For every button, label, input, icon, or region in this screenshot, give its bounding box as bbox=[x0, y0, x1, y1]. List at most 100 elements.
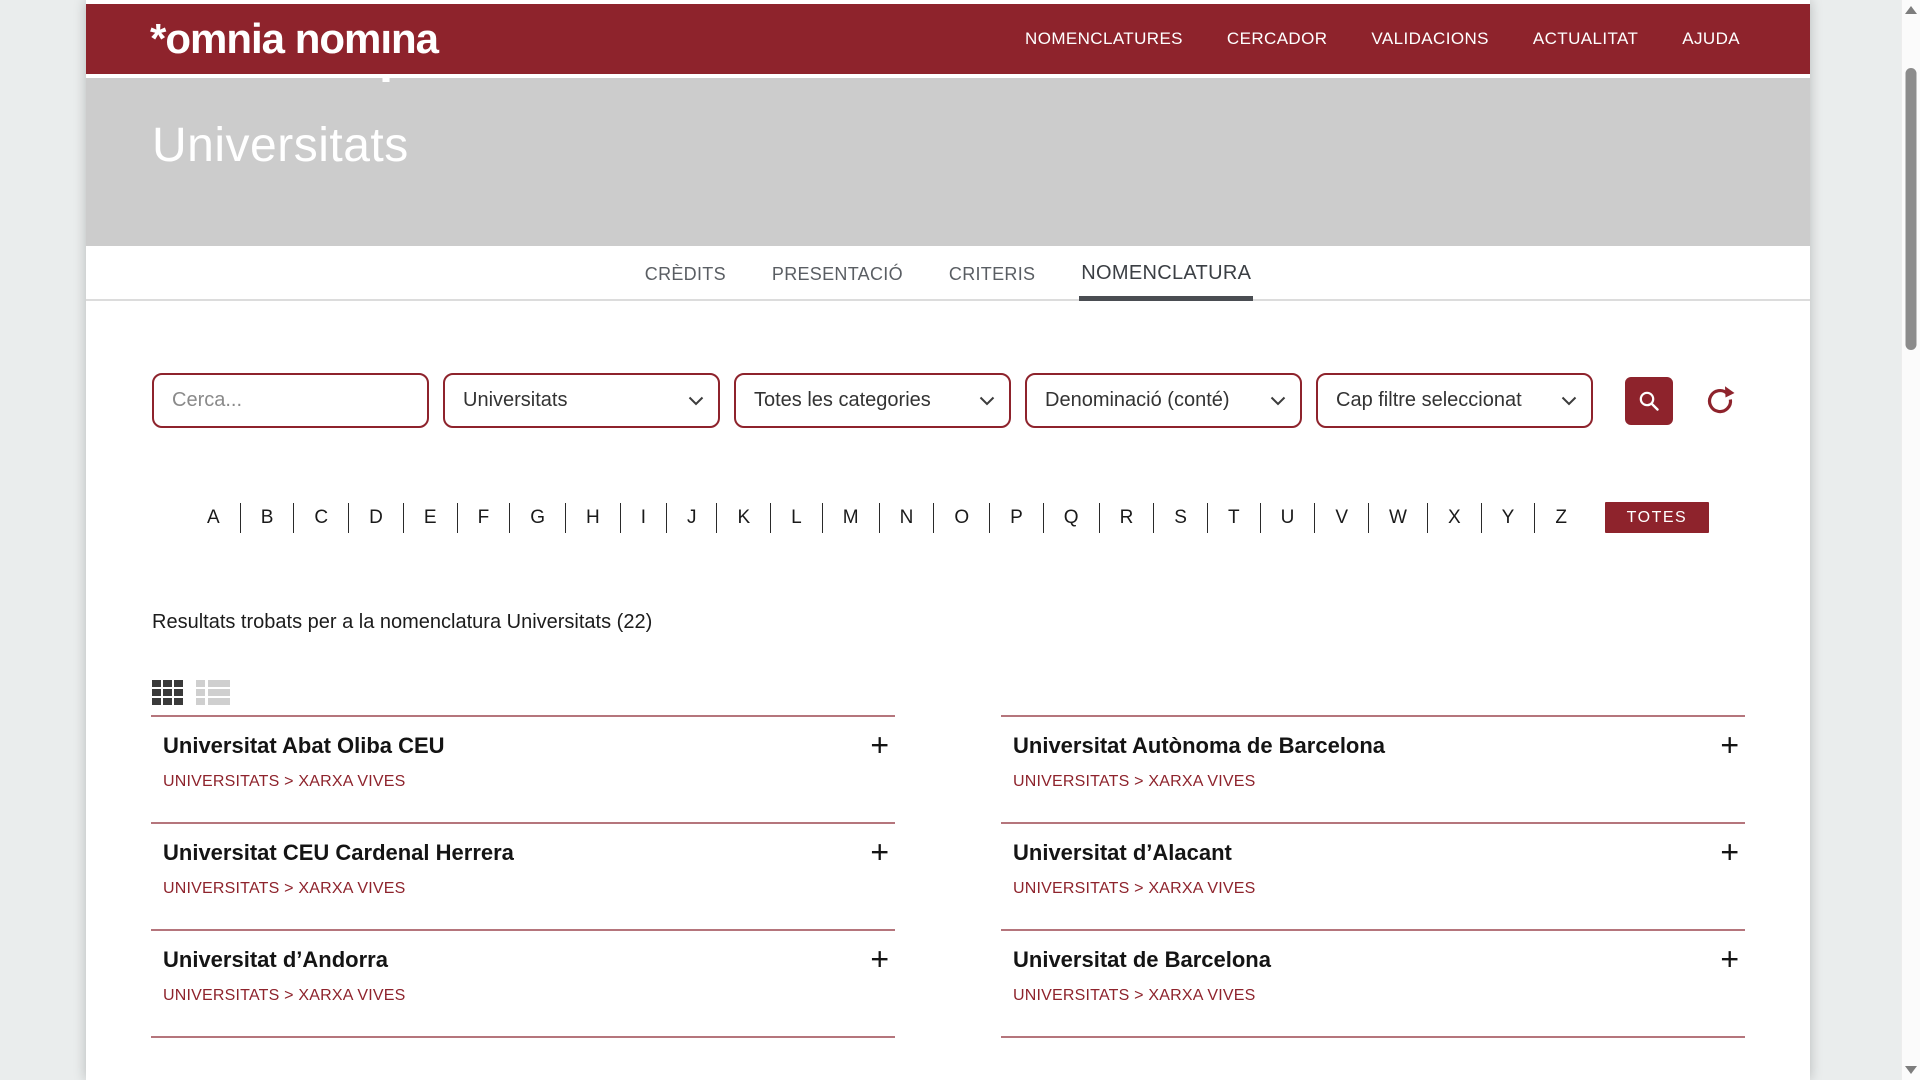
alpha-letter-w[interactable]: W bbox=[1369, 503, 1427, 533]
tab-criteris[interactable]: CRITERIS bbox=[947, 264, 1037, 299]
alpha-letter-j[interactable]: J bbox=[667, 503, 717, 533]
item-title[interactable]: Universitat d’Andorra bbox=[163, 947, 388, 973]
alpha-letter-q[interactable]: Q bbox=[1044, 503, 1099, 533]
view-toggle-group bbox=[152, 680, 1810, 705]
alpha-letter-s[interactable]: S bbox=[1154, 503, 1207, 533]
grid-view-icon[interactable] bbox=[152, 680, 183, 705]
alpha-letter-h[interactable]: H bbox=[566, 503, 620, 533]
field-select[interactable]: Denominació (conté) bbox=[1025, 373, 1302, 428]
item-category-path: UNIVERSITATS > XARXA VIVES bbox=[163, 880, 895, 898]
results-list: Universitat Abat Oliba CEU + UNIVERSITAT… bbox=[151, 715, 1745, 1056]
alpha-letter-k[interactable]: K bbox=[717, 503, 770, 533]
top-header-bar: *omnia nomına NOMENCLATURES CERCADOR VAL… bbox=[86, 4, 1810, 74]
applied-filter-select[interactable]: Cap filtre seleccionat bbox=[1316, 373, 1593, 428]
scrollbar-down-arrow-icon[interactable] bbox=[1905, 1066, 1917, 1074]
search-button[interactable] bbox=[1625, 377, 1673, 425]
expand-plus-icon[interactable]: + bbox=[870, 947, 895, 971]
reset-button[interactable] bbox=[1703, 384, 1737, 418]
logo-dotted-i: ı bbox=[380, 4, 391, 74]
site-logo[interactable]: *omnia nomına bbox=[150, 4, 438, 74]
list-item: Universitat Abat Oliba CEU + UNIVERSITAT… bbox=[151, 715, 895, 822]
alpha-letter-e[interactable]: E bbox=[404, 503, 457, 533]
main-navigation: NOMENCLATURES CERCADOR VALIDACIONS ACTUA… bbox=[1025, 29, 1740, 49]
item-category-path: UNIVERSITATS > XARXA VIVES bbox=[163, 987, 895, 1005]
nav-item-ajuda[interactable]: AJUDA bbox=[1682, 29, 1740, 49]
alpha-letter-o[interactable]: O bbox=[934, 503, 989, 533]
item-category-path: UNIVERSITATS > XARXA VIVES bbox=[163, 773, 895, 791]
expand-plus-icon[interactable]: + bbox=[870, 840, 895, 864]
alpha-letter-t[interactable]: T bbox=[1208, 503, 1260, 533]
item-category-path: UNIVERSITATS > XARXA VIVES bbox=[1013, 987, 1745, 1005]
nav-item-validacions[interactable]: VALIDACIONS bbox=[1371, 29, 1488, 49]
scope-select-value: Universitats bbox=[463, 389, 567, 412]
alpha-letter-u[interactable]: U bbox=[1261, 503, 1315, 533]
results-summary: Resultats trobats per a la nomenclatura … bbox=[152, 611, 1810, 634]
alpha-letter-r[interactable]: R bbox=[1100, 503, 1154, 533]
expand-plus-icon[interactable]: + bbox=[1720, 840, 1745, 864]
item-title[interactable]: Universitat CEU Cardenal Herrera bbox=[163, 840, 514, 866]
alpha-letter-c[interactable]: C bbox=[294, 503, 348, 533]
chevron-down-icon bbox=[1561, 396, 1577, 406]
vertical-scrollbar[interactable] bbox=[1901, 0, 1920, 1080]
alpha-all-button[interactable]: TOTES bbox=[1605, 502, 1709, 533]
item-title[interactable]: Universitat Autònoma de Barcelona bbox=[1013, 733, 1385, 759]
tab-credits[interactable]: CRÈDITS bbox=[643, 264, 728, 299]
list-item: Universitat CEU Cardenal Herrera + UNIVE… bbox=[151, 822, 895, 929]
alpha-letter-v[interactable]: V bbox=[1315, 503, 1368, 533]
list-item: Universitat de Barcelona + UNIVERSITATS … bbox=[1001, 929, 1745, 1036]
scrollbar-up-arrow-icon[interactable] bbox=[1905, 6, 1917, 14]
category-select[interactable]: Totes les categories bbox=[734, 373, 1011, 428]
next-row-divider bbox=[151, 1036, 895, 1056]
item-category-path: UNIVERSITATS > XARXA VIVES bbox=[1013, 773, 1745, 791]
content-column: *omnia nomına NOMENCLATURES CERCADOR VAL… bbox=[86, 0, 1810, 1080]
category-select-value: Totes les categories bbox=[754, 389, 931, 412]
search-input[interactable] bbox=[152, 373, 429, 428]
logo-text-pre: *omnia nom bbox=[150, 15, 380, 62]
chevron-down-icon bbox=[688, 396, 704, 406]
alpha-letter-y[interactable]: Y bbox=[1482, 503, 1535, 533]
filter-bar: Universitats Totes les categories Denomi… bbox=[152, 373, 1810, 428]
list-item: Universitat d’Andorra + UNIVERSITATS > X… bbox=[151, 929, 895, 1036]
section-tabs: CRÈDITS PRESENTACIÓ CRITERIS NOMENCLATUR… bbox=[86, 246, 1810, 301]
refresh-icon bbox=[1704, 385, 1736, 417]
tab-presentacio[interactable]: PRESENTACIÓ bbox=[770, 264, 905, 299]
chevron-down-icon bbox=[1270, 396, 1286, 406]
alpha-letter-n[interactable]: N bbox=[880, 503, 934, 533]
page-title: Universitats bbox=[86, 78, 1810, 173]
item-title[interactable]: Universitat de Barcelona bbox=[1013, 947, 1271, 973]
page-banner: Universitats bbox=[86, 78, 1810, 246]
expand-plus-icon[interactable]: + bbox=[1720, 947, 1745, 971]
item-category-path: UNIVERSITATS > XARXA VIVES bbox=[1013, 880, 1745, 898]
item-title[interactable]: Universitat Abat Oliba CEU bbox=[163, 733, 445, 759]
alphabet-filter: A B C D E F G H I J K L M N O P Q R S T … bbox=[86, 502, 1810, 533]
tab-nomenclatura[interactable]: NOMENCLATURA bbox=[1079, 262, 1253, 301]
nav-item-cercador[interactable]: CERCADOR bbox=[1227, 29, 1328, 49]
alpha-letter-d[interactable]: D bbox=[349, 503, 403, 533]
alpha-letter-g[interactable]: G bbox=[510, 503, 565, 533]
alpha-letter-l[interactable]: L bbox=[771, 503, 822, 533]
expand-plus-icon[interactable]: + bbox=[870, 733, 895, 757]
item-title[interactable]: Universitat d’Alacant bbox=[1013, 840, 1232, 866]
chevron-down-icon bbox=[979, 396, 995, 406]
alpha-letter-m[interactable]: M bbox=[823, 503, 879, 533]
scope-select[interactable]: Universitats bbox=[443, 373, 720, 428]
search-icon bbox=[1637, 389, 1661, 413]
alpha-letter-z[interactable]: Z bbox=[1535, 503, 1587, 533]
list-item: Universitat Autònoma de Barcelona + UNIV… bbox=[1001, 715, 1745, 822]
alpha-letter-a[interactable]: A bbox=[187, 503, 240, 533]
alpha-letter-i[interactable]: I bbox=[621, 503, 666, 533]
alpha-letter-p[interactable]: P bbox=[990, 503, 1043, 533]
logo-text-post: na bbox=[391, 15, 438, 62]
expand-plus-icon[interactable]: + bbox=[1720, 733, 1745, 757]
next-row-divider bbox=[1001, 1036, 1745, 1056]
page: *omnia nomına NOMENCLATURES CERCADOR VAL… bbox=[0, 0, 1920, 1080]
list-view-icon[interactable] bbox=[196, 680, 230, 705]
nav-item-actualitat[interactable]: ACTUALITAT bbox=[1533, 29, 1638, 49]
alpha-letter-x[interactable]: X bbox=[1428, 503, 1481, 533]
alpha-letter-b[interactable]: B bbox=[241, 503, 294, 533]
alpha-letter-f[interactable]: F bbox=[458, 503, 510, 533]
list-item: Universitat d’Alacant + UNIVERSITATS > X… bbox=[1001, 822, 1745, 929]
field-select-value: Denominació (conté) bbox=[1045, 389, 1230, 412]
scrollbar-thumb[interactable] bbox=[1906, 68, 1917, 350]
nav-item-nomenclatures[interactable]: NOMENCLATURES bbox=[1025, 29, 1183, 49]
